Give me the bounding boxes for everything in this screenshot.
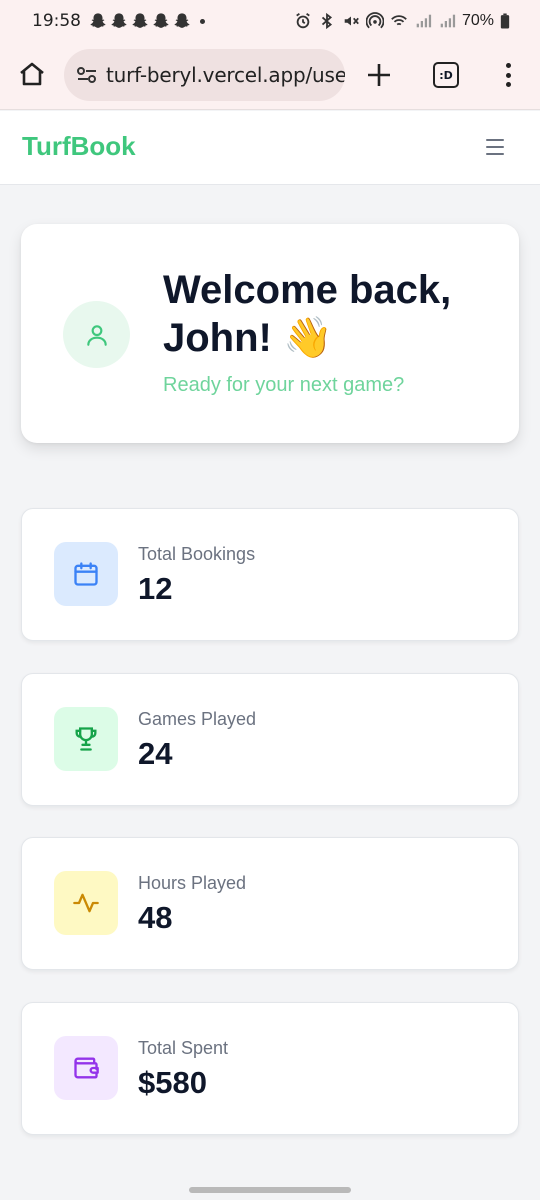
notification-icons bbox=[89, 12, 205, 30]
app-header: TurfBook bbox=[0, 111, 540, 185]
wallet-icon bbox=[74, 1057, 99, 1079]
signal-icon bbox=[440, 14, 456, 28]
stat-value: 48 bbox=[138, 900, 173, 935]
calendar-icon bbox=[74, 562, 98, 586]
snapchat-icon bbox=[90, 13, 106, 28]
stat-label: Games Played bbox=[138, 709, 257, 729]
trophy-icon bbox=[75, 727, 97, 751]
snapchat-icon bbox=[132, 13, 148, 28]
home-icon[interactable] bbox=[18, 60, 46, 88]
tab-switcher-button[interactable]: :D bbox=[433, 62, 459, 88]
stat-card-games-played: Games Played 24 bbox=[21, 673, 519, 806]
hotspot-icon bbox=[365, 12, 384, 29]
stat-card-total-spent: Total Spent $580 bbox=[21, 1002, 519, 1135]
stat-value: 12 bbox=[138, 571, 173, 606]
stat-value: $580 bbox=[138, 1065, 207, 1100]
new-tab-icon[interactable] bbox=[366, 62, 392, 88]
welcome-title: Welcome back, John! 👋 bbox=[163, 268, 452, 360]
welcome-subtitle: Ready for your next game? bbox=[163, 374, 405, 396]
battery-icon bbox=[500, 13, 510, 29]
snapchat-icon bbox=[153, 13, 169, 28]
more-notifications-dot bbox=[200, 18, 205, 24]
user-icon bbox=[86, 324, 107, 346]
hamburger-menu-icon[interactable] bbox=[486, 139, 504, 155]
stat-label: Total Spent bbox=[138, 1038, 229, 1058]
browser-menu-icon[interactable] bbox=[500, 60, 516, 90]
system-icons: 70% bbox=[294, 12, 510, 30]
stat-icon-box bbox=[54, 1036, 118, 1100]
bluetooth-icon bbox=[321, 12, 332, 30]
stat-card-hours-played: Hours Played 48 bbox=[21, 837, 519, 970]
browser-toolbar: turf-beryl.vercel.app/use :D bbox=[0, 42, 540, 110]
stat-label: Total Bookings bbox=[138, 544, 256, 564]
address-bar[interactable]: turf-beryl.vercel.app/use bbox=[64, 49, 345, 101]
mute-icon bbox=[344, 16, 359, 26]
brand-logo[interactable]: TurfBook bbox=[22, 131, 136, 162]
stat-icon-box bbox=[54, 871, 118, 935]
stat-card-total-bookings: Total Bookings 12 bbox=[21, 508, 519, 641]
alarm-icon bbox=[296, 13, 310, 29]
stat-icon-box bbox=[54, 542, 118, 606]
site-settings-icon[interactable] bbox=[76, 64, 98, 86]
avatar bbox=[63, 301, 130, 368]
activity-icon bbox=[73, 893, 99, 913]
snapchat-icon bbox=[111, 13, 127, 28]
stat-label: Hours Played bbox=[138, 873, 247, 893]
stat-icon-box bbox=[54, 707, 118, 771]
stat-value: 24 bbox=[138, 736, 173, 771]
wifi-icon bbox=[391, 15, 407, 26]
status-time: 19:58 bbox=[32, 11, 81, 31]
welcome-card: Welcome back, John! 👋 Ready for your nex… bbox=[21, 224, 519, 443]
url-text[interactable]: turf-beryl.vercel.app/use bbox=[106, 63, 345, 87]
signal-icon bbox=[416, 14, 432, 28]
gesture-bar[interactable] bbox=[189, 1187, 351, 1193]
battery-percent: 70% bbox=[461, 12, 494, 29]
status-bar: 19:58 70% bbox=[0, 0, 540, 42]
snapchat-icon bbox=[174, 13, 190, 28]
